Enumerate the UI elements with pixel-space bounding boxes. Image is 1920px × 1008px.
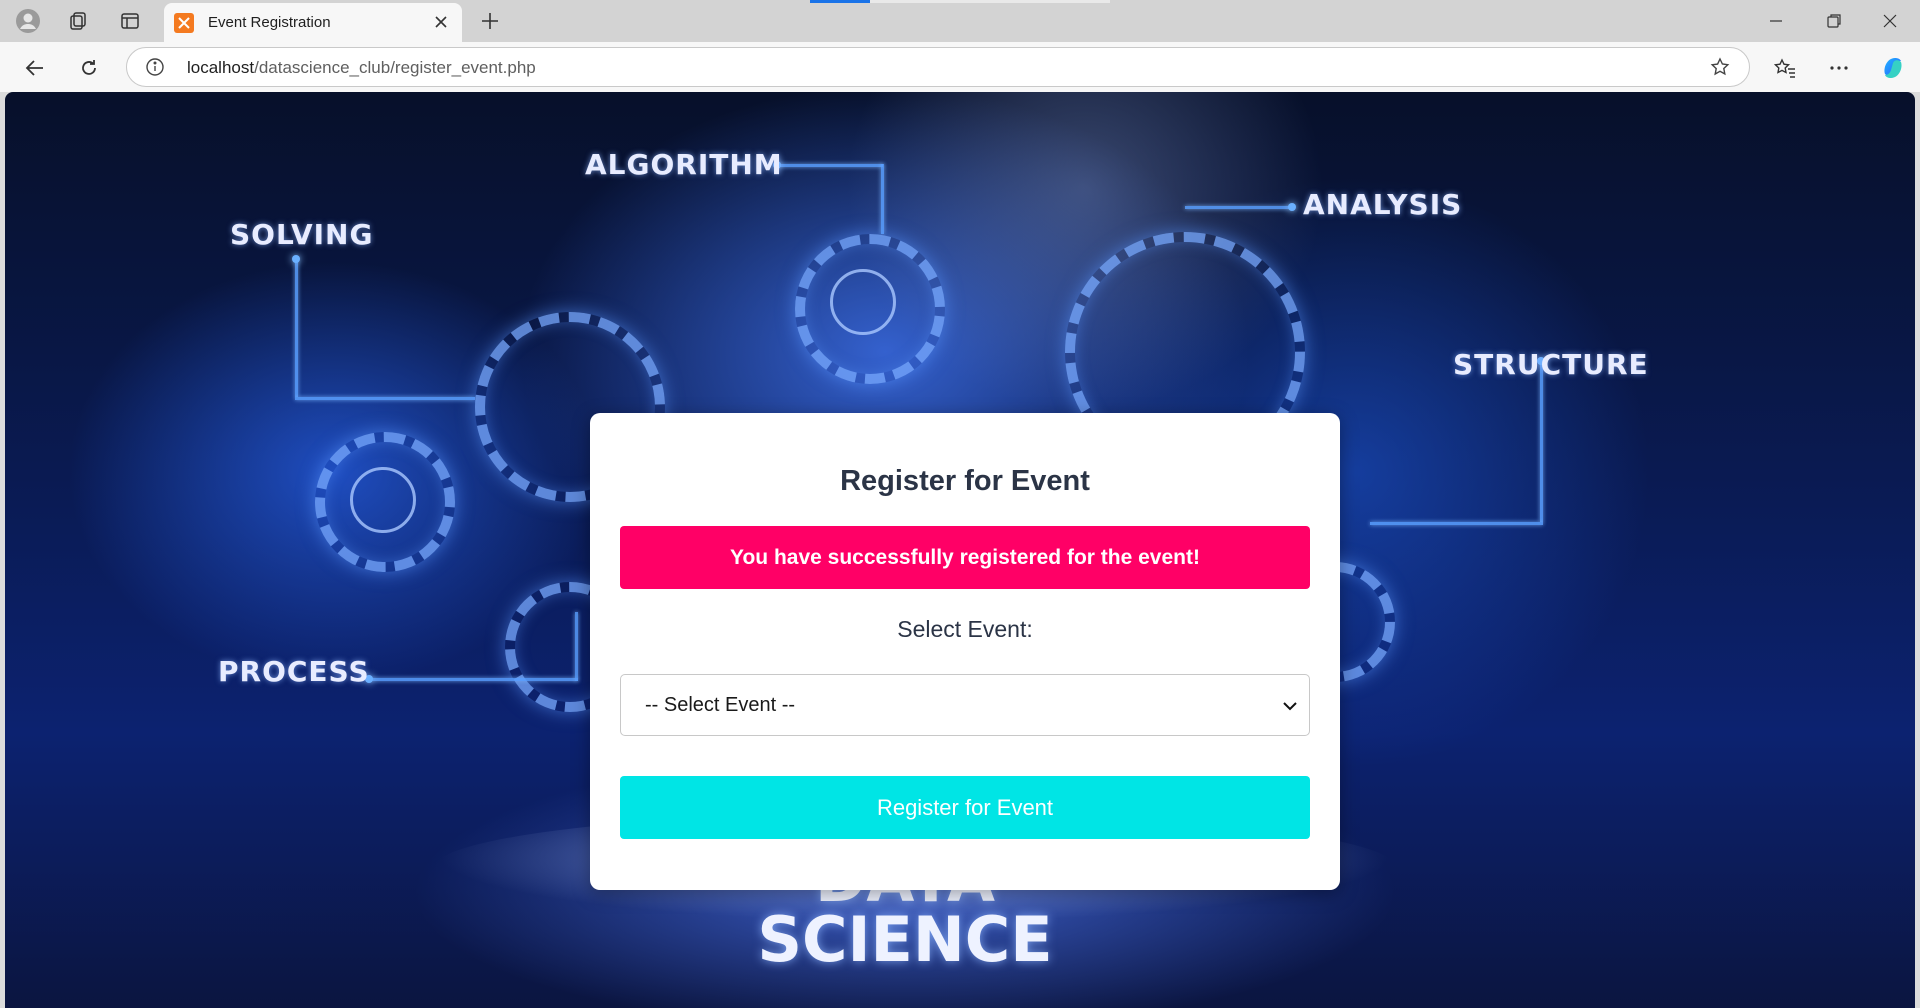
bg-word-science: SCIENCE bbox=[757, 903, 1053, 976]
tab-close-icon[interactable] bbox=[430, 11, 452, 33]
minimize-icon[interactable] bbox=[1748, 0, 1804, 42]
reload-icon[interactable] bbox=[72, 51, 106, 85]
tab-actions-icon[interactable] bbox=[114, 6, 146, 36]
line-algorithm bbox=[778, 164, 883, 167]
browser-title-bar: Event Registration bbox=[0, 0, 1920, 42]
url-text: localhost/datascience_club/register_even… bbox=[187, 58, 536, 78]
bg-word-structure: STRUCTURE bbox=[1453, 348, 1649, 381]
chevron-down-icon bbox=[1281, 697, 1299, 715]
browser-toolbar: localhost/datascience_club/register_even… bbox=[0, 42, 1920, 92]
page-viewport: ALGORITHM SOLVING ANALYSIS STRUCTURE PRO… bbox=[5, 92, 1915, 1008]
new-tab-icon[interactable] bbox=[474, 6, 506, 36]
line-structure-v bbox=[1540, 360, 1543, 522]
line-process-v bbox=[575, 612, 578, 681]
copilot-icon[interactable] bbox=[1876, 51, 1910, 85]
select-event-label: Select Event: bbox=[897, 616, 1033, 642]
line-analysis bbox=[1185, 206, 1295, 209]
address-bar[interactable]: localhost/datascience_club/register_even… bbox=[126, 47, 1750, 87]
xampp-favicon-icon bbox=[174, 12, 194, 33]
register-button[interactable]: Register for Event bbox=[620, 776, 1310, 839]
line-solving-h bbox=[295, 397, 475, 400]
favorite-star-icon[interactable] bbox=[1709, 56, 1731, 78]
gear-algorithm-inner bbox=[830, 269, 896, 335]
tab-event-registration[interactable]: Event Registration bbox=[164, 3, 462, 42]
restore-icon[interactable] bbox=[1806, 0, 1862, 42]
event-select-value: -- Select Event -- bbox=[645, 694, 796, 716]
bg-word-algorithm: ALGORITHM bbox=[585, 148, 783, 181]
site-info-icon[interactable] bbox=[145, 57, 165, 77]
line-solving bbox=[295, 257, 298, 397]
gear-solving-inner bbox=[350, 467, 416, 533]
dot-analysis bbox=[1288, 203, 1296, 211]
line-process bbox=[368, 678, 578, 681]
bg-word-solving: SOLVING bbox=[230, 218, 374, 251]
more-options-icon[interactable] bbox=[1822, 51, 1856, 85]
loading-indicator bbox=[810, 0, 1110, 3]
registration-card: Register for Event You have successfully… bbox=[590, 413, 1340, 890]
line-algorithm-v bbox=[881, 164, 884, 234]
bg-word-process: PROCESS bbox=[218, 655, 370, 688]
dot-solving bbox=[292, 255, 300, 263]
back-icon[interactable] bbox=[18, 51, 52, 85]
profile-icon[interactable] bbox=[12, 6, 44, 36]
url-host: localhost bbox=[187, 58, 255, 77]
close-window-icon[interactable] bbox=[1862, 0, 1918, 42]
success-alert: You have successfully registered for the… bbox=[620, 526, 1310, 589]
url-path: /datascience_club/register_event.php bbox=[254, 58, 536, 77]
favorites-icon[interactable] bbox=[1768, 51, 1802, 85]
line-structure-h bbox=[1370, 522, 1543, 525]
bg-word-analysis: ANALYSIS bbox=[1303, 188, 1463, 221]
tab-title: Event Registration bbox=[208, 14, 331, 31]
form-heading: Register for Event bbox=[840, 465, 1090, 497]
collections-icon[interactable] bbox=[62, 6, 94, 36]
event-select[interactable]: -- Select Event -- bbox=[620, 674, 1310, 736]
